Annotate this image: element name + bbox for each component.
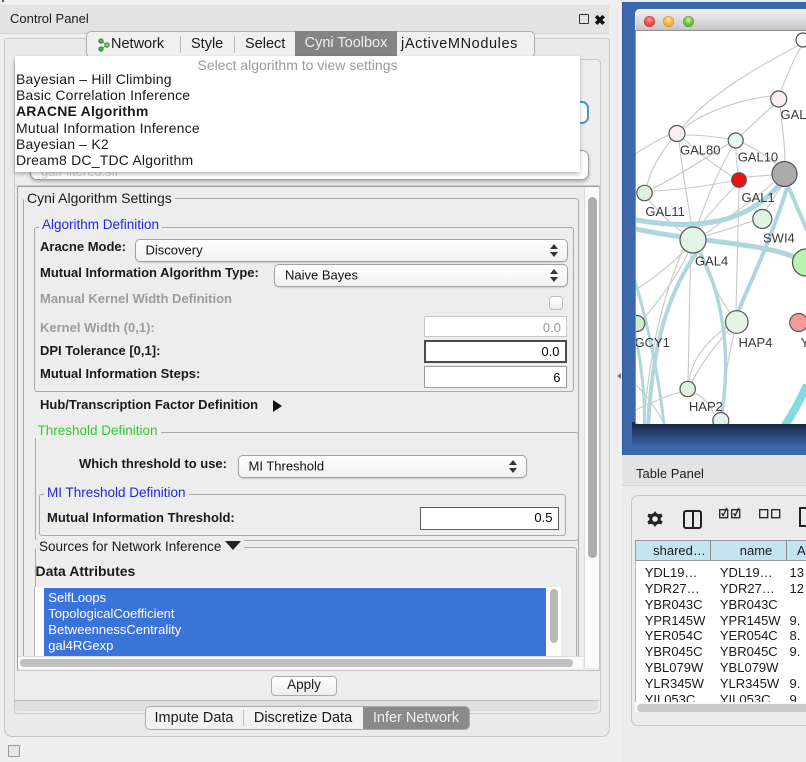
- svg-text:GAL11: GAL11: [645, 204, 685, 219]
- svg-text:HAP2: HAP2: [689, 399, 723, 414]
- svg-text:GAL1: GAL1: [742, 190, 775, 205]
- svg-text:GAL10: GAL10: [738, 150, 778, 165]
- svg-text:GAL7: GAL7: [781, 107, 806, 122]
- svg-text:GAL4: GAL4: [695, 254, 728, 269]
- svg-text:HAP4: HAP4: [739, 335, 773, 350]
- svg-text:SWI4: SWI4: [763, 231, 795, 246]
- svg-text:Y: Y: [801, 335, 806, 350]
- svg-text:GCY1: GCY1: [636, 335, 670, 350]
- svg-text:GAL80: GAL80: [680, 143, 720, 158]
